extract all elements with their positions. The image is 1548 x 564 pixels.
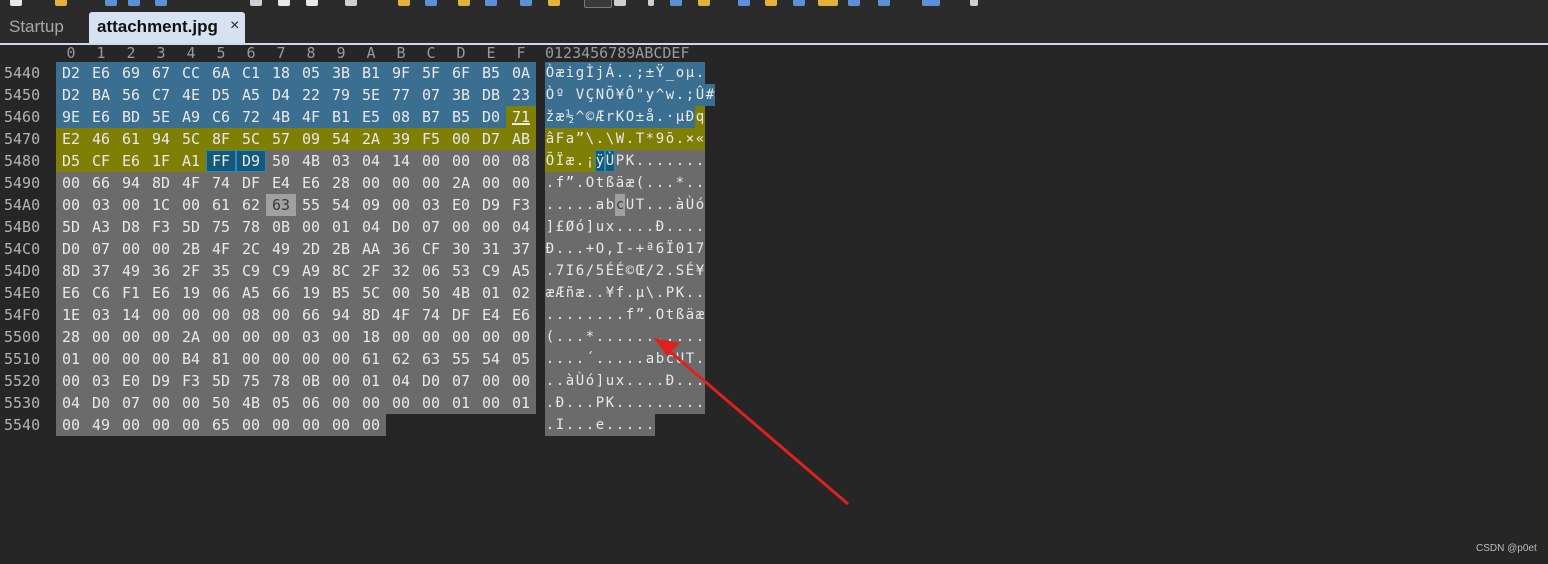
arrow-shaft — [666, 347, 849, 506]
watermark: CSDN @p0et — [1476, 543, 1537, 554]
arrow-head — [654, 338, 680, 356]
annotation-arrow — [654, 338, 849, 506]
